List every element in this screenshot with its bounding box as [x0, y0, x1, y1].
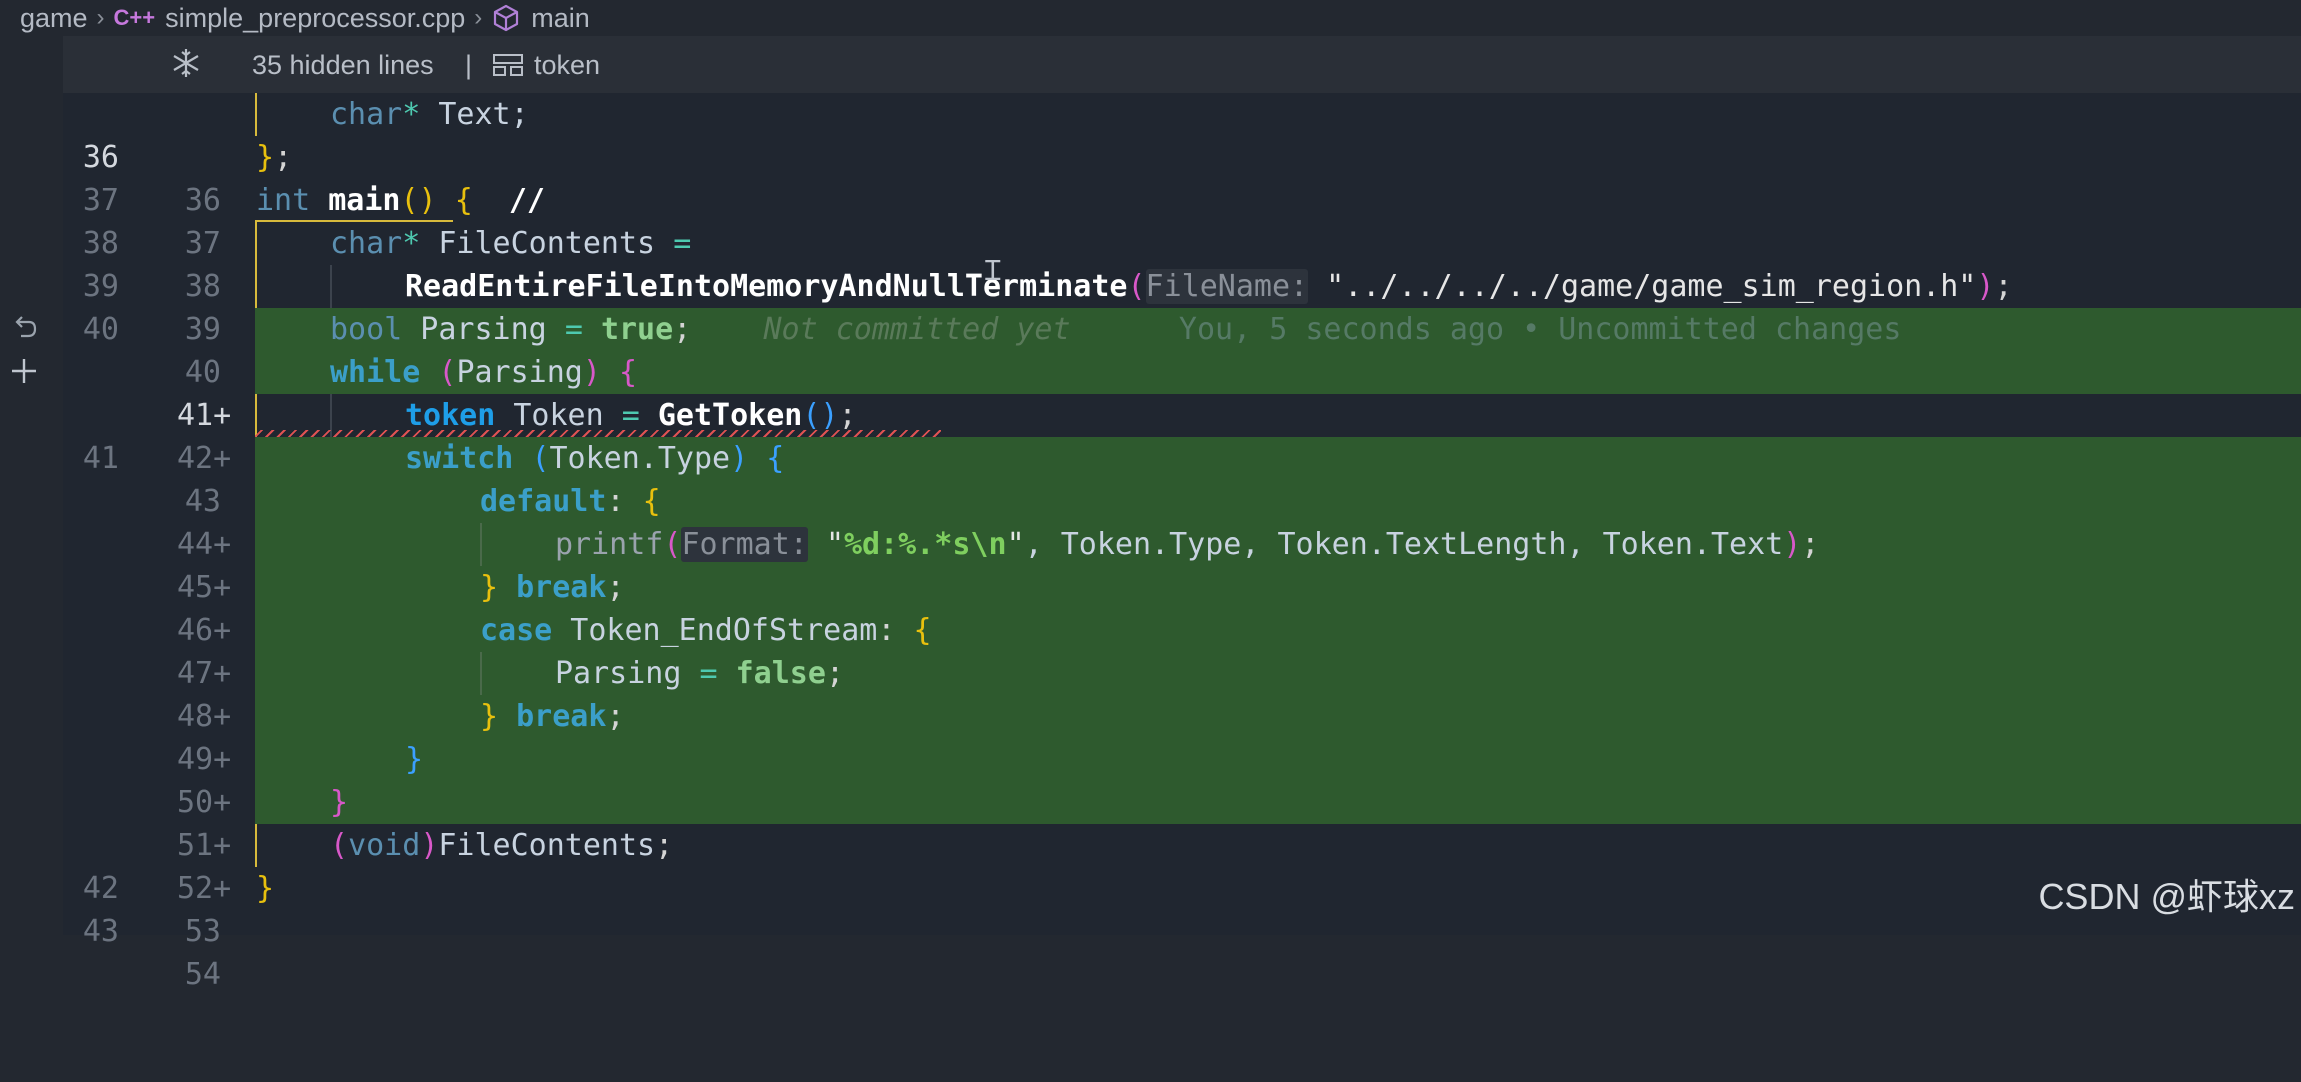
- git-blame-detail: You, 5 seconds ago • Uncommitted changes: [1178, 312, 1902, 347]
- code-text: default: {: [480, 484, 661, 519]
- code-text: }: [256, 871, 275, 906]
- code-line[interactable]: 39 39 char* FileContents =: [63, 222, 2301, 347]
- cpp-file-icon: C++: [113, 5, 156, 30]
- code-line-added[interactable]: 49+ Parsing = false;: [63, 652, 2301, 777]
- struct-icon: [493, 54, 523, 76]
- code-text: }: [405, 742, 424, 777]
- code-text: }: [330, 785, 349, 820]
- code-line-added[interactable]: 51+ }: [63, 738, 2301, 863]
- fold-separator: |: [465, 50, 473, 80]
- indent-guide: [480, 523, 482, 566]
- new-line-number: 53: [184, 914, 221, 949]
- inlay-hint: Format:: [681, 527, 808, 562]
- gutter-actions: [0, 36, 63, 935]
- code-line[interactable]: 43 54 }: [63, 867, 2301, 992]
- code-text: } break;: [480, 699, 625, 734]
- code-text: };: [256, 140, 293, 175]
- breadcrumb: game › C++ simple_preprocessor.cpp › mai…: [0, 0, 2301, 36]
- indent-guide: [330, 265, 332, 308]
- added-line-highlight: [255, 738, 2301, 781]
- code-text: switch (Token.Type) {: [405, 441, 785, 476]
- indent-guide: [480, 652, 482, 695]
- code-line-added[interactable]: 50+ } break;: [63, 695, 2301, 820]
- code-text: char* FileContents =: [330, 226, 692, 261]
- code-text: } break;: [480, 570, 625, 605]
- fold-symbol-name[interactable]: token: [534, 50, 600, 81]
- code-line[interactable]: 41 43 token Token = GetToken();: [63, 394, 2301, 519]
- breadcrumb-symbol[interactable]: main: [531, 3, 590, 34]
- old-line-number: 43: [82, 914, 119, 949]
- revert-icon[interactable]: [9, 314, 39, 344]
- code-line[interactable]: 42 53 (void)FileContents;: [63, 824, 2301, 949]
- breadcrumb-folder[interactable]: game: [20, 3, 88, 34]
- code-text: case Token_EndOfStream: {: [480, 613, 932, 648]
- code-line-added[interactable]: 46+ printf(Format: "%d:%.*s\n", Token.Ty…: [63, 523, 2301, 648]
- snowflake-icon: [173, 49, 199, 77]
- code-text: while (Parsing) {: [330, 355, 638, 390]
- code-line-added[interactable]: 52+ }: [63, 781, 2301, 906]
- add-icon[interactable]: [9, 356, 39, 386]
- code-line-added[interactable]: 48+ case Token_EndOfStream: {: [63, 609, 2301, 734]
- code-text: printf(Format: "%d:%.*s\n", Token.Type, …: [555, 527, 1820, 562]
- code-text: int main() { //: [256, 183, 545, 218]
- git-blame-annotation: Not committed yet: [763, 312, 1071, 347]
- inlay-hint: FileName:: [1145, 269, 1309, 304]
- cube-icon: [494, 4, 519, 32]
- code-line-added[interactable]: 44+ switch (Token.Type) {: [63, 437, 2301, 562]
- indent-guide: [255, 93, 257, 136]
- chevron-right-icon: ›: [96, 4, 105, 31]
- indent-guide: [255, 265, 257, 308]
- code-text: ReadEntireFileIntoMemoryAndNullTerminate…: [405, 269, 2013, 304]
- code-line-added[interactable]: 42+ while (Parsing) {: [63, 351, 2301, 476]
- indent-guide: [255, 222, 257, 265]
- code-line[interactable]: 40 40 ReadEntireFileIntoMemoryAndNullTer…: [63, 265, 2301, 390]
- code-line-added[interactable]: 45+ default: {: [63, 480, 2301, 605]
- code-text: bool Parsing = true; Not committed yet Y…: [330, 312, 1902, 347]
- code-line-added[interactable]: 47+ } break;: [63, 566, 2301, 691]
- watermark: CSDN @虾球xz: [2038, 876, 2295, 917]
- code-text: char* Text;: [330, 97, 529, 132]
- hidden-lines-count: 35 hidden lines: [252, 50, 434, 80]
- new-line-number: 54: [184, 957, 221, 992]
- folded-region-header[interactable]: 35 hidden lines | token: [63, 36, 2301, 93]
- breadcrumb-file[interactable]: simple_preprocessor.cpp: [165, 3, 465, 34]
- added-line-highlight: [255, 781, 2301, 824]
- text-cursor-icon: Ɪ: [985, 254, 1001, 287]
- code-text: (void)FileContents;: [330, 828, 674, 863]
- code-text: Parsing = false;: [555, 656, 844, 691]
- indent-guide: [255, 824, 257, 867]
- code-line[interactable]: 37 37 };: [63, 136, 2301, 261]
- code-line[interactable]: 38 38 int main() { //: [63, 179, 2301, 304]
- code-editor[interactable]: 36 36 char* Text; 37 37 }; 38 38 int mai…: [63, 93, 2301, 992]
- chevron-right-icon: ›: [474, 4, 483, 31]
- code-line-added[interactable]: 41+ bool Parsing = true; Not committed y…: [63, 308, 2301, 433]
- code-line[interactable]: 36 36 char* Text;: [63, 93, 2301, 218]
